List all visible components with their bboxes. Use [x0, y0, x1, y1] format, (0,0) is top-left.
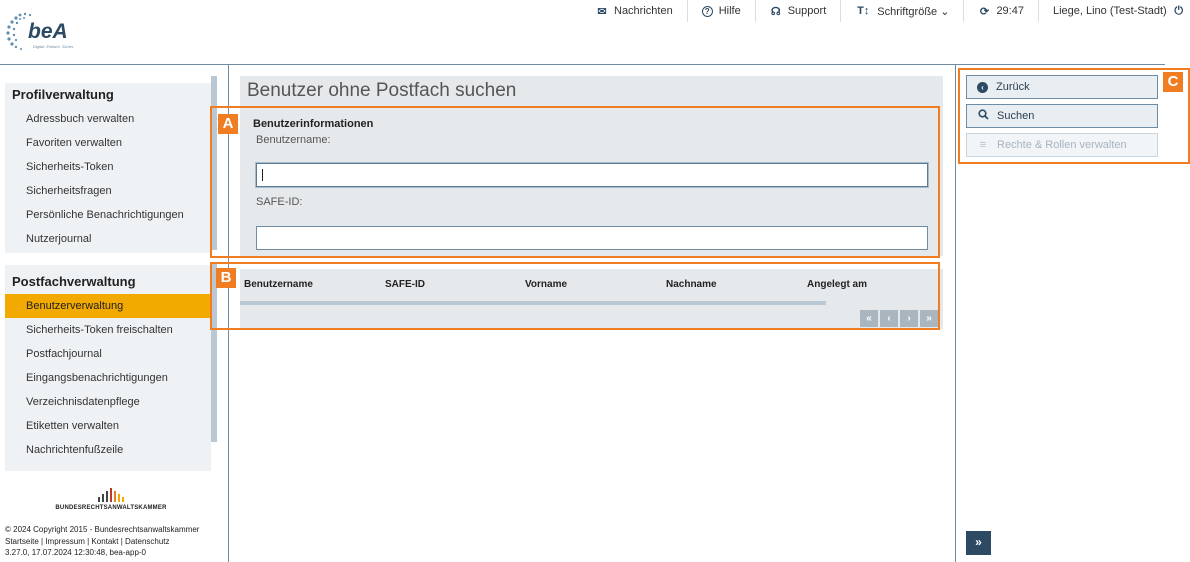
nav-section-postfach: Postfachverwaltung Benutzerverwaltung Si… — [5, 265, 211, 471]
section-title-postfach: Postfachverwaltung — [12, 274, 136, 289]
sidebar-item-postfachjournal[interactable]: Postfachjournal — [5, 342, 211, 366]
annotation-box-c — [958, 68, 1190, 164]
font-size-icon: T↕ — [857, 5, 870, 17]
nav-label: Liege, Lino (Test-Stadt) — [1052, 5, 1167, 17]
nav-label: Support — [787, 5, 827, 17]
sidebar-item-etiketten[interactable]: Etiketten verwalten — [5, 414, 211, 438]
nav-section-profil: Profilverwaltung Adressbuch verwalten Fa… — [5, 83, 211, 253]
refresh-icon: ⟳ — [979, 5, 990, 18]
sidebar-item-nachrichtenfusszeile[interactable]: Nachrichtenfußzeile — [5, 438, 211, 462]
sidebar-item-nutzerjournal[interactable]: Nutzerjournal — [5, 227, 211, 251]
sidebar-item-favoriten[interactable]: Favoriten verwalten — [5, 131, 211, 155]
envelope-icon: ✉ — [597, 5, 607, 18]
annotation-box-a — [210, 106, 940, 258]
sidebar-item-sicherheitsfragen[interactable]: Sicherheitsfragen — [5, 179, 211, 203]
right-panel-divider — [955, 65, 956, 562]
nav-session-timer[interactable]: ⟳ 29:47 — [964, 0, 1039, 22]
footer-version: 3.27.0, 17.07.2024 12:30:48, bea-app-0 — [5, 548, 147, 557]
nav-label: 29:47 — [996, 5, 1024, 17]
expand-panel-button[interactable]: » — [966, 531, 991, 555]
sidebar-item-sicherheits-token[interactable]: Sicherheits-Token — [5, 155, 211, 179]
app-header: beA Digital. Einfach. Sicher. ✉ Nachrich… — [0, 0, 1190, 64]
sidebar-item-token-freischalten[interactable]: Sicherheits-Token freischalten — [5, 318, 211, 342]
power-icon: ⏻ — [1174, 4, 1184, 17]
headset-icon: ☊ — [770, 5, 781, 18]
brak-name: BUNDESRECHTSANWALTSKAMMER — [55, 505, 167, 511]
top-navigation: ✉ Nachrichten ? Hilfe ☊ Support T↕ Schri… — [582, 0, 1190, 22]
brak-bars-icon — [55, 486, 167, 502]
nav-schriftgroesse[interactable]: T↕ Schriftgröße ⌄ — [841, 0, 965, 22]
sidebar-item-verzeichnisdatenpflege[interactable]: Verzeichnisdatenpflege — [5, 390, 211, 414]
footer: © 2024 Copyright 2015 - Bundesrechtsanwa… — [5, 524, 199, 559]
nav-hilfe[interactable]: ? Hilfe — [688, 0, 756, 22]
section-title-profil: Profilverwaltung — [12, 87, 114, 102]
brak-logo[interactable]: BUNDESRECHTSANWALTSKAMMER — [55, 486, 167, 511]
sidebar-item-adressbuch[interactable]: Adressbuch verwalten — [5, 107, 211, 131]
logo-wordmark: beA — [28, 20, 68, 43]
annotation-tag-c: C — [1163, 72, 1183, 92]
logo-tagline: Digital. Einfach. Sicher. — [33, 44, 75, 49]
sidebar-item-benachrichtigungen[interactable]: Persönliche Benachrichtigungen — [5, 203, 211, 227]
sidebar-item-benutzerverwaltung[interactable]: Benutzerverwaltung — [5, 294, 211, 318]
annotation-tag-b: B — [216, 268, 236, 288]
nav-user-logout[interactable]: Liege, Lino (Test-Stadt) ⏻ — [1039, 0, 1190, 22]
sidebar-item-eingangsbenachrichtigungen[interactable]: Eingangsbenachrichtigungen — [5, 366, 211, 390]
nav-nachrichten[interactable]: ✉ Nachrichten — [582, 0, 688, 22]
nav-support[interactable]: ☊ Support — [756, 0, 842, 22]
footer-copyright: © 2024 Copyright 2015 - Bundesrechtsanwa… — [5, 525, 200, 534]
nav-label: Nachrichten — [614, 5, 673, 17]
help-icon: ? — [701, 5, 713, 17]
nav-label: Schriftgröße ⌄ — [877, 5, 950, 18]
annotation-box-b — [210, 262, 940, 330]
nav-label: Hilfe — [718, 5, 741, 17]
page-title: Benutzer ohne Postfach suchen — [240, 76, 943, 106]
footer-links[interactable]: Startseite | Impressum | Kontakt | Daten… — [5, 536, 199, 548]
annotation-tag-a: A — [218, 114, 238, 134]
